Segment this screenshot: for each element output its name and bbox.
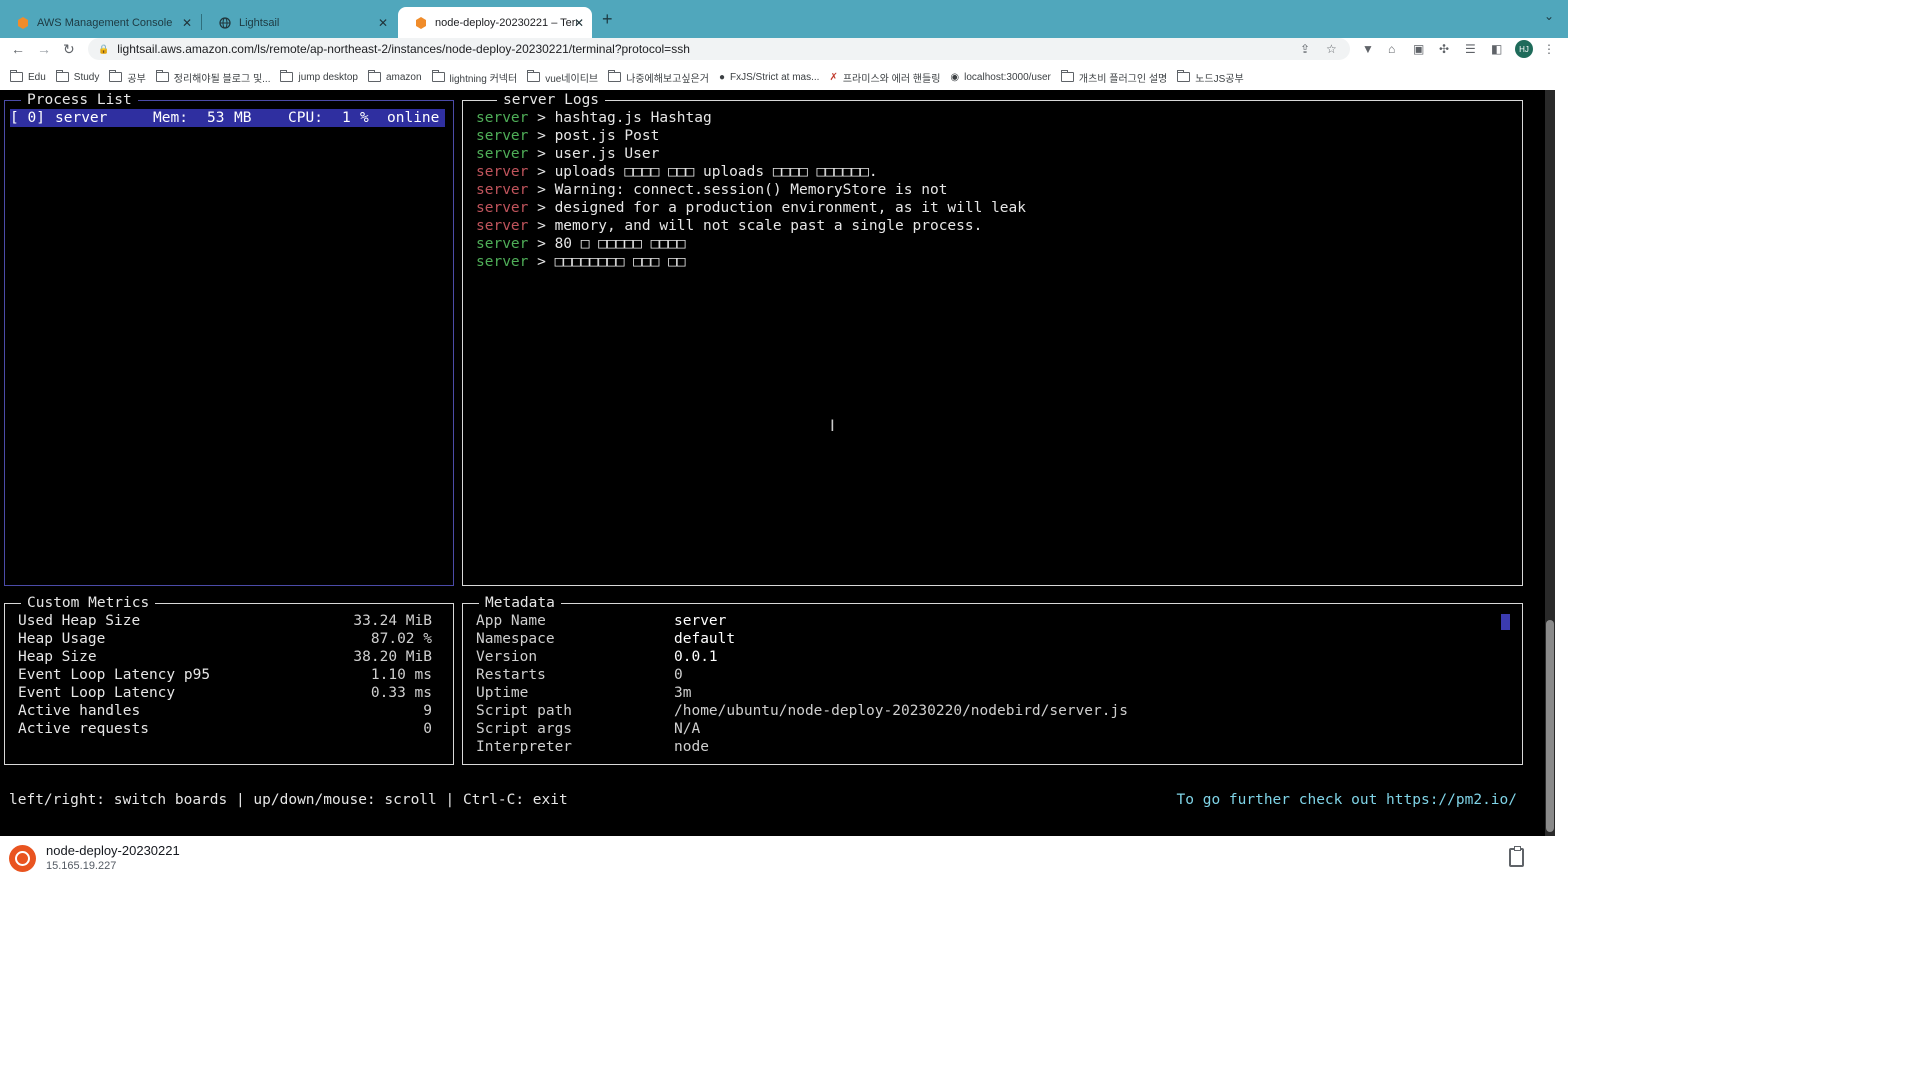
- aws-cube-icon: [414, 16, 427, 29]
- mem-value: 53: [207, 110, 225, 126]
- bookmark-folder[interactable]: lightning 커넥터: [431, 70, 517, 85]
- tab-title: node-deploy-20230221 – Term: [435, 16, 577, 29]
- instance-footer: node-deploy-20230221 15.165.19.227: [0, 836, 1568, 882]
- tab-aws-management-console[interactable]: AWS Management Console ✕: [0, 7, 200, 38]
- vue-devtools-icon[interactable]: ▼: [1362, 42, 1374, 56]
- bookmark-folder[interactable]: amazon: [367, 70, 422, 83]
- puzzle-extensions-icon[interactable]: ✣: [1439, 42, 1449, 56]
- tab-title: Lightsail: [239, 16, 280, 29]
- bookmark-folder[interactable]: jump desktop: [280, 70, 358, 83]
- log-line: server > □□□□□□□□ □□□ □□: [476, 254, 686, 270]
- media-icon[interactable]: ▣: [1413, 42, 1424, 56]
- log-line: server > hashtag.js Hashtag: [476, 110, 712, 126]
- side-panel-icon[interactable]: ◧: [1491, 42, 1502, 56]
- process-id: [ 0]: [10, 110, 45, 126]
- panel-title: Process List: [21, 91, 138, 109]
- log-line: server > post.js Post: [476, 128, 660, 144]
- folder-icon: [1177, 70, 1191, 82]
- lock-icon: 🔒: [98, 43, 110, 54]
- share-icon[interactable]: ⇪: [1300, 42, 1310, 56]
- folder-icon: [1060, 70, 1074, 82]
- mem-unit: MB: [234, 110, 252, 126]
- process-list-panel: Process List [ 0] server Mem: 53 MB CPU:…: [4, 91, 454, 586]
- url-text: lightsail.aws.amazon.com/ls/remote/ap-no…: [117, 42, 690, 56]
- address-bar[interactable]: 🔒 lightsail.aws.amazon.com/ls/remote/ap-…: [88, 38, 1350, 60]
- folder-icon: [367, 70, 381, 82]
- close-tab-icon[interactable]: ✕: [574, 16, 584, 30]
- clipboard-icon[interactable]: [1509, 846, 1524, 867]
- cpu-unit: %: [360, 110, 369, 126]
- bookmarks-bar: Edu Study 공부 정리해야될 블로그 및... jump desktop…: [0, 66, 1568, 88]
- log-line: server > uploads □□□□ □□□ uploads □□□□ □…: [476, 164, 878, 180]
- new-tab-icon[interactable]: +: [602, 9, 613, 30]
- forward-icon[interactable]: →: [37, 41, 51, 57]
- back-icon[interactable]: ←: [11, 41, 25, 57]
- panel-title: Metadata: [479, 594, 561, 612]
- instance-name: node-deploy-20230221: [46, 843, 180, 858]
- bookmark-folder[interactable]: 나중에해보고싶은거: [608, 70, 709, 85]
- panel-title: server Logs: [497, 91, 606, 109]
- folder-icon: [55, 70, 69, 82]
- globe-icon: ◉: [950, 71, 960, 83]
- bookmark-folder[interactable]: vue네이티브: [527, 70, 598, 85]
- tab-lightsail[interactable]: Lightsail ✕: [202, 7, 396, 38]
- close-tab-icon[interactable]: ✕: [182, 16, 192, 30]
- panel-title: Custom Metrics: [21, 594, 156, 612]
- process-status: online: [387, 110, 440, 126]
- aws-cube-icon: [16, 16, 29, 29]
- folder-icon: [280, 70, 294, 82]
- log-line: server > 80 □ □□□□□ □□□□: [476, 236, 686, 252]
- figure-icon: ✗: [829, 71, 838, 83]
- ubuntu-logo-icon: [9, 845, 36, 872]
- bookmark-folder[interactable]: 개츠비 플러그인 설명: [1060, 70, 1167, 85]
- process-name: server: [55, 110, 108, 126]
- instance-ip: 15.165.19.227: [46, 860, 117, 872]
- bookmark-folder[interactable]: 노드JS공부: [1177, 70, 1244, 85]
- bookmark-folder[interactable]: 공부: [109, 70, 146, 85]
- server-logs-panel[interactable]: server Logs server > hashtag.js Hashtag …: [462, 91, 1523, 586]
- log-line: server > memory, and will not scale past…: [476, 218, 983, 234]
- bookmark-star-icon[interactable]: ☆: [1326, 42, 1337, 56]
- github-icon: ●: [718, 71, 725, 83]
- close-tab-icon[interactable]: ✕: [378, 16, 388, 30]
- bookmark-folder[interactable]: Study: [55, 70, 99, 83]
- text-cursor-icon: I: [830, 416, 835, 435]
- extension-icon[interactable]: ⌂: [1388, 42, 1395, 56]
- bookmark-link[interactable]: ✗ 프라미스와 에러 핸들링: [829, 70, 940, 85]
- mem-label: Mem:: [153, 110, 188, 126]
- pm2-link-text: To go further check out https://pm2.io/: [1176, 792, 1517, 808]
- bookmark-folder[interactable]: Edu: [10, 70, 46, 83]
- folder-icon: [527, 70, 541, 82]
- metadata-panel: Metadata App Name server Namespace default…: [462, 594, 1523, 765]
- scroll-marker: [1501, 614, 1510, 630]
- folder-icon: [431, 70, 445, 82]
- bookmark-github[interactable]: ● FxJS/Strict at mas...: [719, 72, 820, 83]
- reload-icon[interactable]: ↻: [63, 41, 75, 58]
- folder-icon: [155, 70, 169, 82]
- more-menu-icon[interactable]: ⋮: [1543, 42, 1555, 56]
- keyboard-help: left/right: switch boards | up/down/mous…: [9, 792, 568, 808]
- cpu-value: 1: [342, 110, 351, 126]
- tab-node-deploy-terminal[interactable]: node-deploy-20230221 – Term ✕: [398, 7, 592, 38]
- folder-icon: [109, 70, 123, 82]
- browser-toolbar: ← → ↻ 🔒 lightsail.aws.amazon.com/ls/remo…: [0, 38, 1568, 62]
- log-line: server > designed for a production envir…: [476, 200, 1026, 216]
- log-line: server > Warning: connect.session() Memo…: [476, 182, 948, 198]
- tab-title: AWS Management Console: [37, 16, 173, 29]
- log-line: server > user.js User: [476, 146, 660, 162]
- folder-icon: [10, 70, 23, 82]
- scrollbar-thumb[interactable]: [1546, 620, 1554, 832]
- folder-icon: [608, 70, 622, 82]
- globe-icon: [218, 16, 231, 29]
- profile-avatar[interactable]: HJ: [1515, 40, 1533, 58]
- cpu-label: CPU:: [288, 110, 323, 126]
- reading-list-icon[interactable]: ☰: [1465, 42, 1476, 56]
- tab-search-chevron-icon[interactable]: ⌄: [1544, 9, 1554, 23]
- bookmark-link[interactable]: ◉ localhost:3000/user: [950, 72, 1050, 83]
- ssh-terminal[interactable]: Process List [ 0] server Mem: 53 MB CPU:…: [0, 90, 1545, 836]
- custom-metrics-panel: Custom Metrics Used Heap Size 33.24 MiB H…: [4, 594, 454, 765]
- tab-strip: AWS Management Console ✕ Lightsail ✕ nod…: [0, 0, 1568, 38]
- process-row[interactable]: [ 0] server Mem: 53 MB CPU: 1 % online: [10, 109, 445, 127]
- bookmark-folder[interactable]: 정리해야될 블로그 및...: [155, 70, 270, 85]
